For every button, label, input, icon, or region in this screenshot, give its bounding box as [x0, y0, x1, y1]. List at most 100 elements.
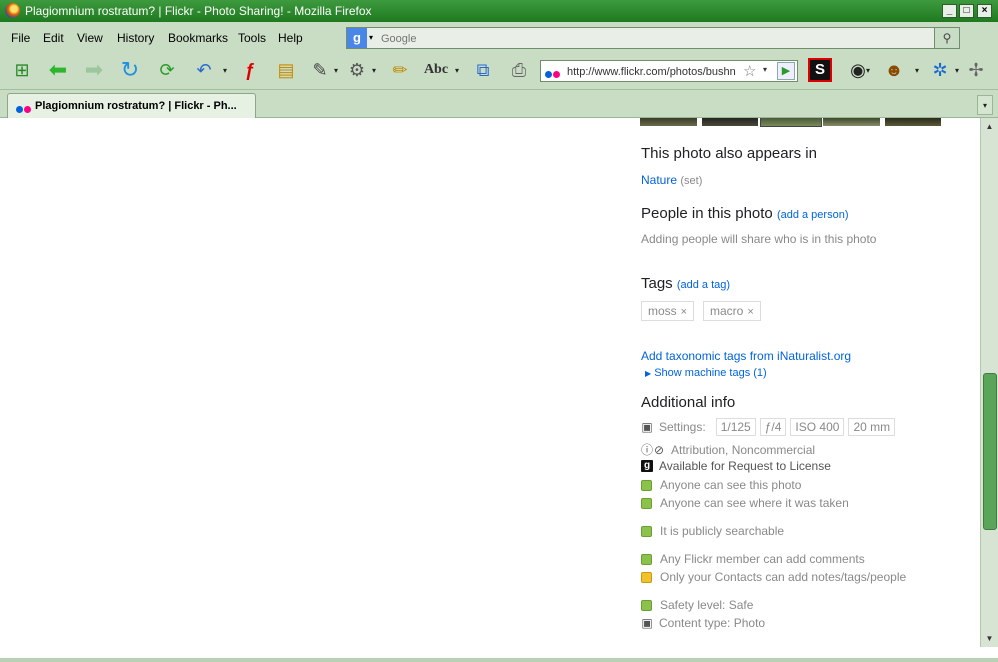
- settings-label: Settings:: [659, 420, 706, 434]
- monkey-dropdown-icon[interactable]: ▾: [915, 66, 919, 75]
- reload-button[interactable]: ↻: [118, 58, 142, 82]
- status-green-icon: [641, 553, 652, 565]
- undo-dropdown-icon[interactable]: ▾: [223, 66, 227, 75]
- network-dropdown-icon[interactable]: ▾: [955, 66, 959, 75]
- maximize-button[interactable]: □: [959, 4, 974, 18]
- network-icon[interactable]: ✲: [928, 58, 952, 82]
- privacy-row: Safety level: Safe: [641, 598, 753, 612]
- menu-history[interactable]: History: [117, 31, 154, 45]
- status-green-icon: [641, 497, 652, 509]
- url-history-dropdown-icon[interactable]: ▾: [763, 65, 767, 74]
- monkey-icon[interactable]: ☻: [882, 58, 906, 82]
- url-input[interactable]: [565, 63, 747, 81]
- menu-tools[interactable]: Tools: [238, 31, 266, 45]
- gear-icon[interactable]: ⚙: [345, 58, 369, 82]
- cc-by-icon: ⓘ: [641, 443, 654, 457]
- content-type-text: Content type: Photo: [659, 616, 766, 630]
- refresh-green-icon[interactable]: ⟳: [155, 58, 179, 82]
- spellcheck-icon[interactable]: Abc: [424, 58, 448, 82]
- search-input[interactable]: [379, 29, 939, 48]
- tab-label: Plagiomnium rostratum? | Flickr - Ph...: [35, 100, 237, 112]
- tag-label[interactable]: macro: [710, 304, 743, 318]
- status-green-icon: [641, 599, 652, 611]
- status-bar: [0, 658, 998, 662]
- search-bar: g ▾ ⚲: [346, 27, 960, 49]
- status-green-icon: [641, 479, 652, 491]
- camera-icon: ▣: [641, 616, 653, 630]
- caret-right-icon: ▶: [645, 369, 652, 378]
- spellcheck-dropdown-icon[interactable]: ▾: [455, 66, 459, 75]
- exposure-value[interactable]: 1/125: [715, 418, 756, 436]
- gear-dropdown-icon[interactable]: ▾: [372, 66, 376, 75]
- flash-icon[interactable]: ƒ: [238, 58, 262, 82]
- color-wheel-dropdown-icon[interactable]: ▾: [866, 66, 870, 75]
- set-type-label: (set): [680, 175, 703, 187]
- url-bar: ☆ ▾ ▶: [540, 60, 798, 82]
- status-green-icon: [641, 525, 652, 537]
- eyedropper-icon[interactable]: ✎: [308, 58, 332, 82]
- content-type-row: ▣ Content type: Photo: [641, 616, 765, 630]
- new-tab-icon[interactable]: ⊞: [10, 58, 34, 82]
- camera-settings-row: ▣ Settings: 1/125 ƒ/4 ISO 400 20 mm: [641, 417, 896, 437]
- tab-list-dropdown-icon[interactable]: ▾: [977, 95, 993, 115]
- vertical-scrollbar[interactable]: ▲ ▼: [980, 118, 998, 647]
- status-yellow-icon: [641, 571, 652, 583]
- menu-help[interactable]: Help: [278, 31, 303, 45]
- also-appears-heading: This photo also appears in: [641, 145, 817, 162]
- title-bar: Plagiomnium rostratum? | Flickr - Photo …: [0, 0, 998, 22]
- aperture-value[interactable]: ƒ/4: [759, 418, 787, 436]
- tag-chip[interactable]: moss ×: [641, 301, 695, 321]
- scroll-up-icon[interactable]: ▲: [981, 118, 998, 135]
- safety-level-text: Safety level: Safe: [660, 598, 754, 612]
- set-link-nature[interactable]: Nature: [641, 173, 677, 187]
- tag-label[interactable]: moss: [648, 304, 677, 318]
- license-row: ⓘ ⊘ Attribution, Noncommercial: [641, 441, 815, 458]
- tab-flickr[interactable]: Plagiomnium rostratum? | Flickr - Ph...: [7, 93, 256, 118]
- close-button[interactable]: ×: [977, 4, 992, 18]
- focal-length-value[interactable]: 20 mm: [848, 418, 896, 436]
- feather-icon[interactable]: ✢: [964, 58, 988, 82]
- bookmark-star-icon[interactable]: ☆: [743, 62, 756, 80]
- remove-tag-icon[interactable]: ×: [747, 306, 753, 318]
- menu-view[interactable]: View: [77, 31, 103, 45]
- license-link[interactable]: Attribution, Noncommercial: [671, 443, 815, 457]
- minimize-button[interactable]: _: [942, 4, 957, 18]
- page-content: This photo also appears in Nature (set) …: [0, 118, 980, 658]
- code-icon[interactable]: ⧉: [471, 58, 495, 82]
- add-person-link[interactable]: (add a person): [777, 209, 849, 221]
- menu-bookmarks[interactable]: Bookmarks: [168, 31, 228, 45]
- show-machine-tags-link[interactable]: Show machine tags (1): [654, 367, 767, 379]
- window-title: Plagiomnium rostratum? | Flickr - Photo …: [25, 4, 372, 18]
- remove-tag-icon[interactable]: ×: [681, 306, 687, 318]
- tag-chip[interactable]: macro ×: [703, 301, 761, 321]
- notepad-icon[interactable]: ✏: [388, 58, 412, 82]
- ruler-icon[interactable]: ▤: [274, 58, 298, 82]
- firefox-icon: [5, 3, 20, 18]
- flickr-favicon-icon: [545, 67, 563, 78]
- stumbleupon-s-icon[interactable]: S: [808, 58, 832, 82]
- search-engine-dropdown-icon[interactable]: ▾: [369, 33, 373, 42]
- forward-button[interactable]: ➡: [82, 58, 106, 82]
- google-g-icon[interactable]: g: [347, 28, 367, 48]
- people-hint: Adding people will share who is in this …: [641, 232, 877, 246]
- go-button[interactable]: ▶: [777, 62, 795, 80]
- menu-file[interactable]: File: [11, 31, 30, 45]
- search-button[interactable]: ⚲: [934, 28, 959, 48]
- scrollbar-thumb[interactable]: [983, 373, 997, 530]
- undo-icon[interactable]: ↶: [192, 58, 216, 82]
- additional-info-heading: Additional info: [641, 394, 736, 411]
- privacy-text: Anyone can see this photo: [660, 478, 802, 492]
- eyedropper-dropdown-icon[interactable]: ▾: [334, 66, 338, 75]
- privacy-row: Any Flickr member can add comments: [641, 552, 865, 566]
- privacy-row: Anyone can see where it was taken: [641, 496, 849, 510]
- taxonomic-tags-link[interactable]: Add taxonomic tags from iNaturalist.org: [641, 349, 851, 363]
- menu-edit[interactable]: Edit: [43, 31, 64, 45]
- scroll-down-icon[interactable]: ▼: [981, 630, 998, 647]
- cc-nc-icon: ⊘: [653, 442, 665, 457]
- privacy-row: Anyone can see this photo: [641, 478, 801, 492]
- iso-value[interactable]: ISO 400: [790, 418, 845, 436]
- print-icon[interactable]: ⎙: [507, 58, 531, 82]
- getty-license-link[interactable]: Available for Request to License: [659, 459, 831, 473]
- back-button[interactable]: ⬅: [46, 58, 70, 82]
- add-tag-link[interactable]: (add a tag): [677, 279, 730, 291]
